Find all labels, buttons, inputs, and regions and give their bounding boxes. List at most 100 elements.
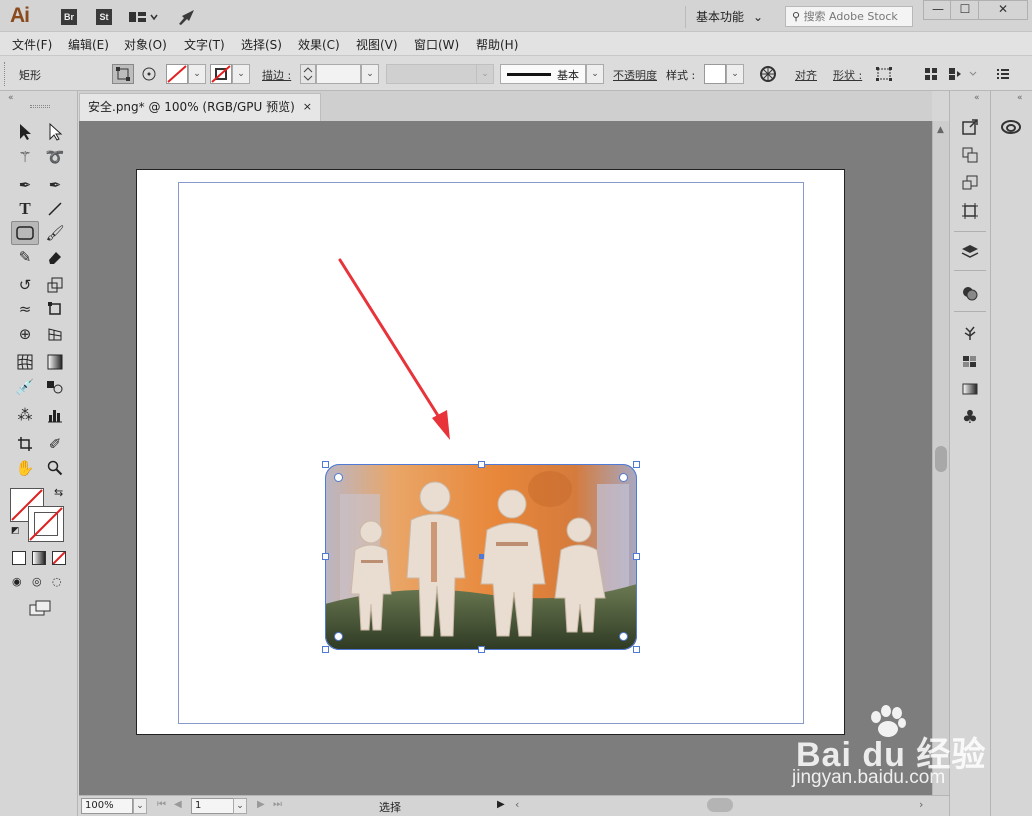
draw-normal-button[interactable]: ◉ (12, 575, 26, 589)
vertical-scrollbar[interactable]: ▲ (932, 121, 949, 795)
none-mode-button[interactable] (52, 551, 66, 565)
scroll-left-icon[interactable]: ‹ (515, 798, 519, 811)
align-panel-button[interactable] (958, 199, 982, 223)
menu-view[interactable]: 视图(V) (356, 36, 398, 53)
appearance-panel-button[interactable] (958, 281, 982, 305)
collapse-dock-icon[interactable]: « (1017, 93, 1023, 103)
placed-image[interactable] (322, 461, 640, 653)
gradient-mode-button[interactable] (32, 551, 46, 565)
artboards-panel-button[interactable] (958, 143, 982, 167)
shape-builder-tool[interactable]: ⊕ (13, 323, 37, 345)
brush-definition-field[interactable]: 基本 (500, 64, 586, 84)
slice-tool[interactable]: ✐ (43, 433, 67, 455)
transform-edges-button[interactable] (112, 64, 134, 84)
selection-tool[interactable] (13, 121, 37, 143)
corner-widget[interactable] (619, 632, 628, 641)
zoom-tool[interactable] (43, 457, 67, 479)
selection-handle[interactable] (478, 461, 485, 468)
scroll-up-icon[interactable]: ▲ (937, 125, 944, 135)
brush-dropdown[interactable]: ⌄ (586, 64, 604, 84)
stroke-weight-dropdown[interactable]: ⌄ (361, 64, 379, 84)
brushes-panel-button[interactable] (958, 321, 982, 345)
type-tool[interactable]: T (13, 198, 37, 220)
symbols-panel-button[interactable]: ♣ (958, 405, 982, 429)
artboard-tool[interactable] (13, 433, 37, 455)
stock-button[interactable]: St (96, 9, 112, 25)
swatches-panel-button[interactable] (958, 349, 982, 373)
screen-mode-button[interactable] (29, 600, 53, 616)
gpu-performance-button[interactable] (176, 7, 198, 27)
canvas-area[interactable] (79, 121, 932, 795)
menu-effect[interactable]: 效果(C) (298, 36, 340, 53)
fill-dropdown[interactable]: ⌄ (188, 64, 206, 84)
blend-tool[interactable] (43, 376, 67, 398)
selection-handle[interactable] (322, 646, 329, 653)
collapse-dock-icon[interactable]: « (974, 93, 980, 103)
previous-artboard-icon[interactable]: ◀ (174, 799, 182, 810)
lasso-tool[interactable]: ➰ (43, 146, 67, 168)
panel-grip[interactable] (4, 62, 7, 86)
select-similar-button[interactable] (922, 65, 940, 83)
artboard-dropdown[interactable]: ⌄ (233, 798, 247, 814)
horizontal-scroll-thumb[interactable] (707, 798, 733, 812)
eyedropper-tool[interactable]: 💉 (13, 376, 37, 398)
transform-panel-button[interactable] (958, 171, 982, 195)
stroke-weight-input[interactable] (316, 64, 361, 84)
isolate-object-button[interactable] (946, 65, 980, 83)
zoom-dropdown[interactable]: ⌄ (133, 798, 147, 814)
minimize-button[interactable]: — (923, 0, 953, 20)
stroke-color-box[interactable] (28, 506, 64, 542)
graphic-style-swatch[interactable] (704, 64, 726, 84)
transform-center-button[interactable] (138, 64, 160, 84)
hand-tool[interactable]: ✋ (13, 457, 37, 479)
fill-swatch[interactable] (166, 64, 188, 84)
close-window-button[interactable]: ✕ (978, 0, 1028, 20)
perspective-grid-tool[interactable] (43, 323, 67, 345)
symbol-sprayer-tool[interactable]: ⁂ (13, 404, 37, 426)
menu-edit[interactable]: 编辑(E) (68, 36, 109, 53)
creative-cloud-libraries-button[interactable] (999, 115, 1023, 139)
stroke-weight-stepper[interactable] (300, 64, 316, 84)
default-colors-icon[interactable]: ◩ (11, 526, 20, 536)
layers-panel-button[interactable] (958, 240, 982, 264)
selection-handle[interactable] (322, 461, 329, 468)
graphic-style-dropdown[interactable]: ⌄ (726, 64, 744, 84)
stroke-swatch[interactable] (210, 64, 232, 84)
shaper-tool[interactable]: ✎ (13, 246, 37, 268)
curvature-tool[interactable]: ✒ (43, 174, 67, 196)
collapse-panel-icon[interactable]: « (8, 93, 14, 103)
gradient-tool[interactable] (43, 351, 67, 373)
rotate-tool[interactable]: ↺ (13, 274, 37, 296)
document-tab[interactable]: 安全.png* @ 100% (RGB/GPU 预览) × (79, 93, 321, 121)
arrange-documents-button[interactable] (128, 9, 158, 25)
menu-help[interactable]: 帮助(H) (476, 36, 518, 53)
corner-widget[interactable] (334, 473, 343, 482)
column-graph-tool[interactable] (43, 404, 67, 426)
control-panel-menu-button[interactable] (994, 65, 1012, 83)
gradient-panel-button[interactable] (958, 377, 982, 401)
menu-file[interactable]: 文件(F) (12, 36, 52, 53)
width-tool[interactable]: ≈ (13, 298, 37, 320)
scale-tool[interactable] (43, 274, 67, 296)
workspace-switcher[interactable]: 基本功能 ⌄ (685, 6, 771, 28)
pen-tool[interactable]: ✒ (13, 174, 37, 196)
vertical-scroll-thumb[interactable] (935, 446, 947, 472)
toolbox-grip[interactable] (30, 105, 50, 108)
line-segment-tool[interactable] (43, 198, 67, 220)
first-artboard-icon[interactable]: ⏮ (157, 799, 166, 810)
next-artboard-icon[interactable]: ▶ (257, 799, 265, 810)
draw-behind-button[interactable]: ◎ (32, 575, 46, 589)
free-transform-tool[interactable] (43, 298, 67, 320)
eraser-tool[interactable] (43, 246, 67, 268)
menu-type[interactable]: 文字(T) (184, 36, 225, 53)
magic-wand-tool[interactable]: ⚚ (13, 146, 37, 168)
selection-handle[interactable] (633, 553, 640, 560)
paintbrush-tool[interactable]: 🖌 (43, 222, 67, 244)
stock-search-input[interactable]: ⚲ 搜索 Adobe Stock (785, 6, 913, 27)
stroke-weight-label[interactable]: 描边 : (262, 67, 291, 83)
bridge-button[interactable]: Br (61, 9, 77, 25)
menu-window[interactable]: 窗口(W) (414, 36, 459, 53)
mesh-tool[interactable] (13, 351, 37, 373)
shape-label[interactable]: 形状 : (833, 67, 862, 83)
draw-inside-button[interactable]: ◌ (52, 575, 66, 589)
